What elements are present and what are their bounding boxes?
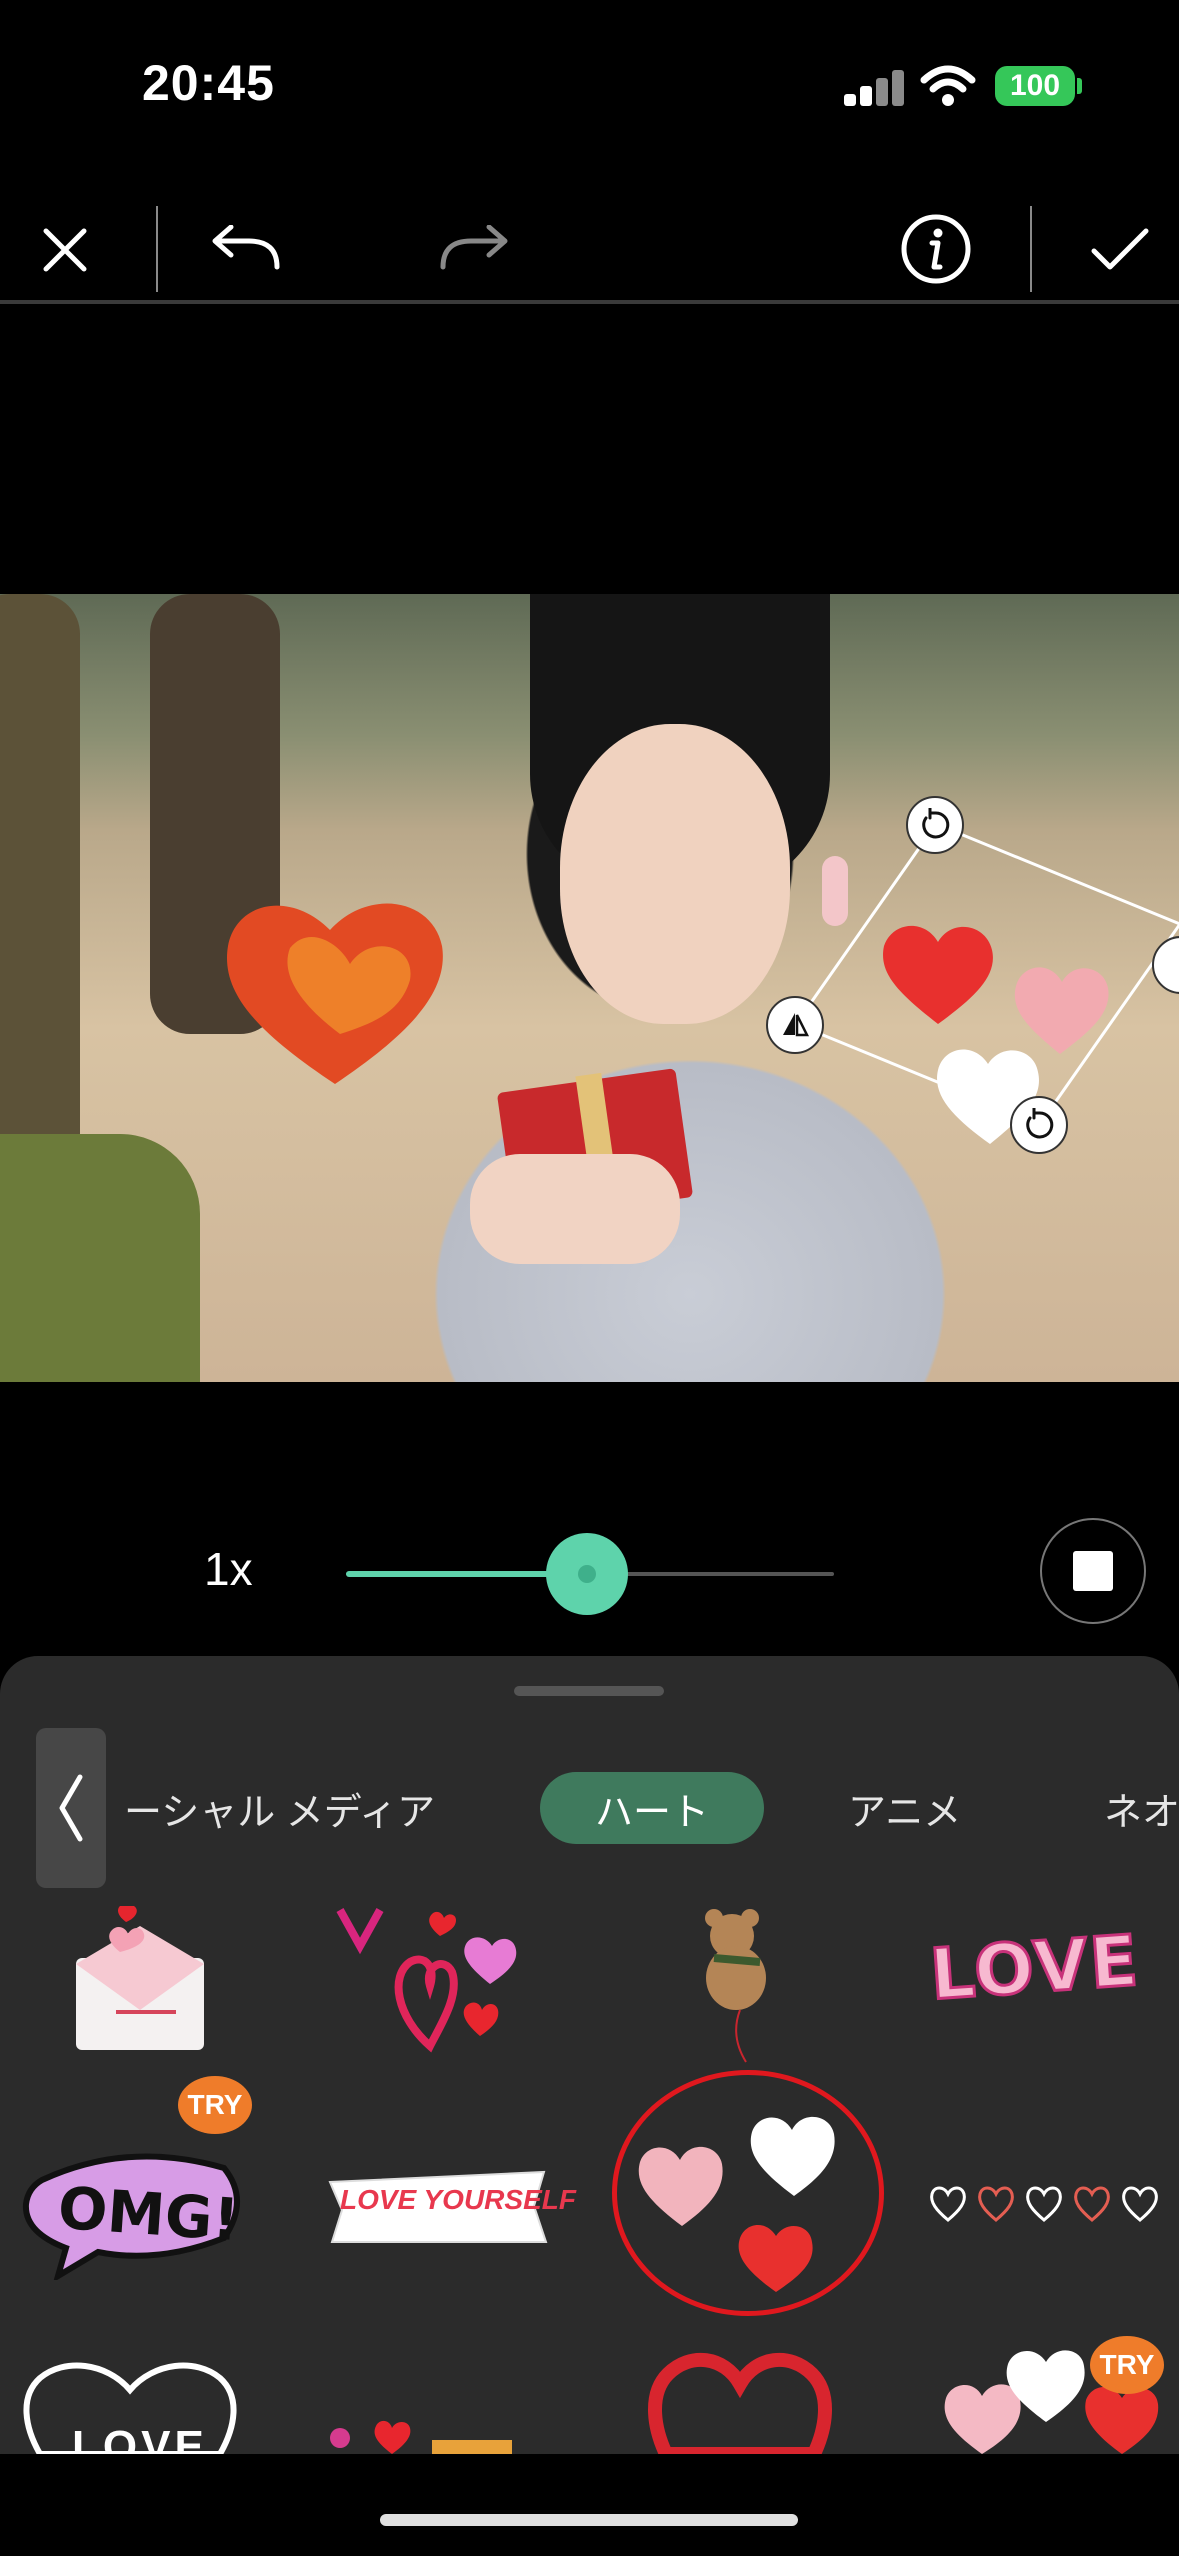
try-badge: TRY bbox=[1090, 2336, 1164, 2394]
speed-label: 1x bbox=[204, 1543, 253, 1595]
person-face bbox=[560, 724, 790, 1024]
heart-text-sticker[interactable] bbox=[322, 2416, 528, 2454]
stop-button[interactable] bbox=[1040, 1518, 1146, 1624]
home-indicator bbox=[380, 2514, 798, 2526]
info-button[interactable] bbox=[896, 206, 976, 292]
rotate-icon bbox=[1026, 1108, 1054, 1139]
cellular-signal-icon bbox=[844, 68, 904, 106]
sheet-grabber[interactable] bbox=[514, 1686, 664, 1696]
moss bbox=[0, 1134, 200, 1382]
love-text-sticker[interactable]: LOVE bbox=[926, 1918, 1160, 2036]
close-button[interactable] bbox=[30, 210, 100, 290]
rotate-icon bbox=[922, 808, 950, 839]
flip-icon bbox=[783, 1013, 810, 1037]
stop-icon bbox=[1073, 1551, 1113, 1591]
undo-icon bbox=[212, 225, 280, 270]
person-hands bbox=[470, 1154, 680, 1264]
tab-social-media[interactable]: ーシャル メディア bbox=[124, 1772, 435, 1844]
envelope-heart-sticker[interactable] bbox=[60, 1906, 220, 2066]
confirm-button[interactable] bbox=[1080, 210, 1160, 290]
redo-icon bbox=[440, 225, 508, 270]
watercolor-heart-sticker[interactable] bbox=[220, 884, 450, 1094]
video-canvas[interactable] bbox=[0, 594, 1179, 1382]
toolbar-divider bbox=[156, 206, 158, 292]
category-back-button[interactable] bbox=[36, 1728, 106, 1888]
rotate-handle-bottom[interactable] bbox=[1010, 1096, 1068, 1154]
undo-button[interactable] bbox=[200, 210, 290, 290]
sticker-panel: ーシャル メディア ハート アニメ ネオ LOVE OMG! TRY LOVE … bbox=[0, 1656, 1179, 2454]
love-text-sticker-label: LOVE bbox=[926, 1918, 1144, 2017]
battery-indicator: 100 bbox=[995, 66, 1075, 106]
chevron-left-icon bbox=[59, 1774, 83, 1842]
teddy-bear-sticker[interactable] bbox=[680, 1906, 800, 2066]
rotate-handle-top[interactable] bbox=[906, 796, 964, 854]
try-badge: TRY bbox=[178, 2076, 252, 2134]
status-time: 20:45 bbox=[142, 55, 275, 111]
tab-neon[interactable]: ネオ bbox=[1104, 1772, 1179, 1844]
info-icon bbox=[901, 214, 971, 284]
love-yourself-banner-sticker: LOVE YOURSELF bbox=[340, 2184, 576, 2215]
battery-tip bbox=[1077, 78, 1082, 94]
three-hearts-sticker bbox=[638, 2116, 835, 2292]
speed-slider-thumb-center bbox=[578, 1565, 596, 1583]
heart-outline-row-sticker[interactable] bbox=[928, 2180, 1164, 2230]
tab-hearts[interactable]: ハート bbox=[540, 1772, 764, 1844]
redo-button[interactable] bbox=[430, 210, 520, 290]
pink-hearts-sticker[interactable] bbox=[320, 1906, 550, 2066]
tab-anime[interactable]: アニメ bbox=[848, 1772, 961, 1844]
omg-bubble-label: OMG! bbox=[55, 2173, 242, 2255]
close-icon bbox=[43, 228, 87, 272]
flip-handle[interactable] bbox=[766, 996, 824, 1054]
wifi-icon bbox=[920, 65, 976, 106]
toolbar-divider bbox=[1030, 206, 1032, 292]
love-outline-label: LOVE bbox=[72, 2422, 208, 2454]
red-ring-heart-sticker[interactable] bbox=[646, 2344, 834, 2454]
toolbar-separator bbox=[0, 300, 1179, 304]
checkmark-icon bbox=[1091, 228, 1149, 270]
